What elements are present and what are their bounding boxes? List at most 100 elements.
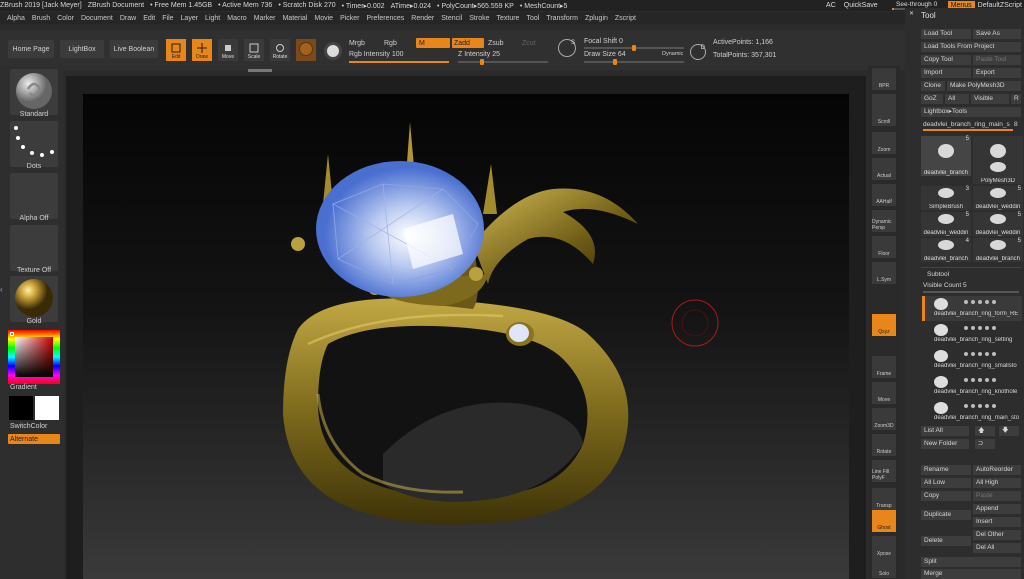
eye-icon[interactable] xyxy=(992,378,996,382)
primary-color-swatch[interactable] xyxy=(9,396,33,420)
alternate-button[interactable]: Alternate xyxy=(8,434,60,444)
delete-button[interactable]: Delete xyxy=(921,536,971,546)
rotate-button[interactable]: Rotate xyxy=(270,39,290,61)
eye-icon[interactable] xyxy=(978,300,982,304)
merge-button[interactable]: Merge xyxy=(921,569,1021,579)
subtool-visibility-icons[interactable] xyxy=(964,300,996,304)
append-button[interactable]: Append xyxy=(973,504,1021,514)
import-button[interactable]: Import xyxy=(921,68,971,78)
eye-icon[interactable] xyxy=(985,404,989,408)
view-button-l-sym[interactable]: L.Sym xyxy=(872,262,896,284)
eye-icon[interactable] xyxy=(971,404,975,408)
eye-icon[interactable] xyxy=(992,404,996,408)
subtool-row[interactable]: deadvlei_branch_ring_setting xyxy=(922,322,1022,347)
view-button-zoom3d[interactable]: Zoom3D xyxy=(872,408,896,430)
zcut-button[interactable]: Zcut xyxy=(522,40,536,47)
palette-close-icon[interactable]: ✕ xyxy=(909,10,914,17)
material-swatch[interactable] xyxy=(296,39,316,61)
tool-thumbnail[interactable]: PolyMesh3D xyxy=(973,160,1023,184)
view-button-actual[interactable]: Actual xyxy=(872,158,896,180)
subtool-row[interactable]: deadvlei_branch_ring_main_sto xyxy=(922,400,1022,425)
load-tool-button[interactable]: Load Tool xyxy=(921,29,971,39)
eye-icon[interactable] xyxy=(985,352,989,356)
duplicate-button[interactable]: Duplicate xyxy=(921,510,971,520)
move-button[interactable]: Move xyxy=(218,39,238,61)
move-up-button[interactable]: 🡅 xyxy=(975,426,995,436)
view-button-scroll[interactable]: Scroll xyxy=(872,104,896,126)
eye-icon[interactable] xyxy=(992,300,996,304)
tool-thumbnail[interactable]: deadvlei_branch 5 xyxy=(921,136,971,176)
menu-draw[interactable]: Draw xyxy=(120,15,136,22)
draw-button[interactable]: Draw xyxy=(192,39,212,61)
subtool-row[interactable]: deadvlei_branch_ring_smallsto xyxy=(922,348,1022,373)
paste-button[interactable]: Paste xyxy=(973,491,1021,501)
view-button-rotate[interactable]: Rotate xyxy=(872,434,896,456)
rgb-button[interactable]: Rgb xyxy=(384,40,397,47)
all-low-button[interactable]: All Low xyxy=(921,478,971,488)
view-button-bpr[interactable]: BPR xyxy=(872,68,896,90)
eye-icon[interactable] xyxy=(978,378,982,382)
view-button-xpose[interactable]: Xpose xyxy=(872,536,896,558)
menu-preferences[interactable]: Preferences xyxy=(367,15,405,22)
menu-brush[interactable]: Brush xyxy=(32,15,50,22)
tool-thumbnail[interactable]: SimpleBrush 3 xyxy=(921,186,971,210)
eye-icon[interactable] xyxy=(971,300,975,304)
menu-picker[interactable]: Picker xyxy=(340,15,359,22)
menu-light[interactable]: Light xyxy=(205,15,220,22)
brush-thumbnail[interactable] xyxy=(10,69,58,115)
view-button-transp[interactable]: Transp xyxy=(872,488,896,510)
menu-stencil[interactable]: Stencil xyxy=(441,15,462,22)
tool-thumbnail[interactable]: deadvlei_branch 5 xyxy=(973,238,1023,262)
subtool-visibility-icons[interactable] xyxy=(964,352,996,356)
copy-tool-button[interactable]: Copy Tool xyxy=(921,55,971,65)
subtool-row[interactable]: deadvlei_branch_ring_knothole xyxy=(922,374,1022,399)
goz-r-button[interactable]: R xyxy=(1011,94,1021,104)
eye-icon[interactable] xyxy=(964,326,968,330)
subtool-visibility-icons[interactable] xyxy=(964,378,996,382)
home-page-button[interactable]: Home Page xyxy=(8,40,54,58)
quicksave-button[interactable]: QuickSave xyxy=(844,2,878,9)
saturation-square[interactable] xyxy=(15,337,53,377)
mrgb-button[interactable]: Mrgb xyxy=(349,40,365,47)
view-button-zoom[interactable]: Zoom xyxy=(872,132,896,154)
view-button-dynamic-persp[interactable]: Dynamic Persp xyxy=(872,210,896,232)
dynamic-button[interactable]: Dynamic xyxy=(662,51,683,57)
focal-shift-slider[interactable] xyxy=(584,45,684,51)
menu-stroke[interactable]: Stroke xyxy=(469,15,489,22)
load-tools-from-project-button[interactable]: Load Tools From Project xyxy=(921,42,1021,52)
paste-tool-button[interactable]: Paste Tool xyxy=(973,55,1021,65)
menu-movie[interactable]: Movie xyxy=(314,15,333,22)
tool-thumbnail[interactable]: deadvlei_weddin 5 xyxy=(973,186,1023,210)
rename-button[interactable]: Rename xyxy=(921,465,971,475)
subtool-title[interactable]: Subtool xyxy=(927,271,949,278)
menu-file[interactable]: File xyxy=(162,15,173,22)
clone-button[interactable]: Clone xyxy=(921,81,945,91)
eye-icon[interactable] xyxy=(992,352,996,356)
view-button-aahalf[interactable]: AAHalf xyxy=(872,184,896,206)
visible-count-slider[interactable] xyxy=(923,291,1019,293)
del-all-button[interactable]: Del All xyxy=(973,543,1021,553)
draw-size-slider[interactable] xyxy=(584,59,684,65)
subtool-visibility-icons[interactable] xyxy=(964,326,996,330)
eye-icon[interactable] xyxy=(964,378,968,382)
view-button-line-fill-polyf[interactable]: Line Fill PolyF xyxy=(872,460,896,482)
focal-shift-icon[interactable]: S xyxy=(558,39,576,57)
goz-button[interactable]: GoZ xyxy=(921,94,943,104)
menu-edit[interactable]: Edit xyxy=(143,15,155,22)
goz-visible-button[interactable]: Visible xyxy=(971,94,1009,104)
live-boolean-button[interactable]: Live Boolean xyxy=(110,40,158,58)
move-down-button[interactable]: 🡇 xyxy=(999,426,1019,436)
goz-all-button[interactable]: All xyxy=(945,94,969,104)
menu-layer[interactable]: Layer xyxy=(181,15,199,22)
tool-thumbnail[interactable]: deadvlei_weddin 5 xyxy=(973,212,1023,236)
subtool-visibility-icons[interactable] xyxy=(964,404,996,408)
tool-title[interactable]: Tool xyxy=(921,11,936,20)
split-button[interactable]: Split xyxy=(921,557,1021,567)
gradient-label[interactable]: Gradient xyxy=(10,384,37,391)
visible-count[interactable]: Visible Count 5 xyxy=(923,282,967,289)
z-intensity-slider[interactable] xyxy=(458,59,548,65)
eye-icon[interactable] xyxy=(985,300,989,304)
zadd-button[interactable]: Zadd xyxy=(452,38,484,48)
copy-button[interactable]: Copy xyxy=(921,491,971,501)
current-tool-slider[interactable] xyxy=(923,129,1013,131)
